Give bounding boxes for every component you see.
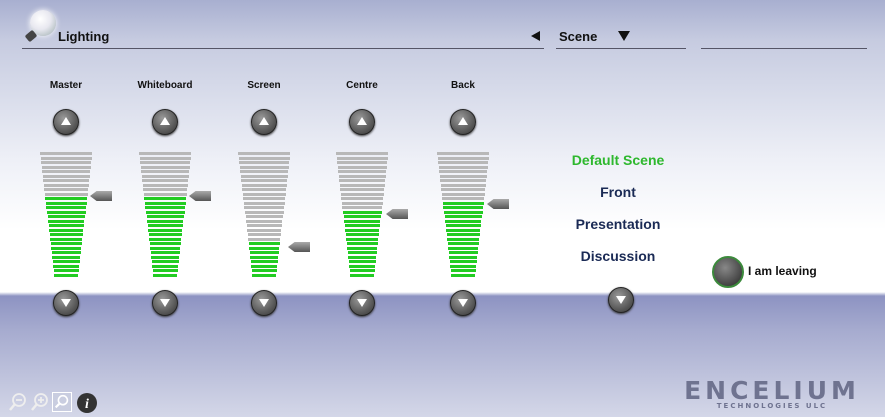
- channel-down-button[interactable]: [450, 290, 476, 316]
- zoom-out-icon[interactable]: [8, 392, 28, 412]
- level-meter[interactable]: [139, 152, 191, 282]
- arrow-down-icon: [616, 296, 626, 304]
- header-divider: [22, 48, 544, 49]
- arrow-down-icon: [357, 299, 367, 307]
- level-meter[interactable]: [437, 152, 489, 282]
- level-meter[interactable]: [238, 152, 290, 282]
- arrow-up-icon: [458, 117, 468, 125]
- arrow-up-icon: [357, 117, 367, 125]
- scene-item-presentation[interactable]: Presentation: [548, 216, 688, 248]
- arrow-left-icon[interactable]: [531, 31, 540, 41]
- scene-label: Scene: [559, 29, 598, 44]
- brand-name: ENCELIUM: [684, 376, 860, 405]
- level-meter[interactable]: [40, 152, 92, 282]
- channel-label: Screen: [247, 80, 281, 91]
- svg-text:i: i: [85, 397, 89, 412]
- arrow-up-icon: [160, 117, 170, 125]
- channel-down-button[interactable]: [53, 290, 79, 316]
- level-handle[interactable]: [90, 191, 112, 201]
- channel-label: Whiteboard: [137, 80, 193, 91]
- channel-label: Centre: [346, 80, 378, 91]
- channel-down-button[interactable]: [349, 290, 375, 316]
- zoom-in-icon[interactable]: [30, 392, 50, 412]
- channel-label: Master: [49, 80, 83, 91]
- channel-down-button[interactable]: [251, 290, 277, 316]
- arrow-down-icon: [259, 299, 269, 307]
- arrow-down-icon: [160, 299, 170, 307]
- channel-up-button[interactable]: [450, 109, 476, 135]
- arrow-down-icon: [61, 299, 71, 307]
- level-meter[interactable]: [336, 152, 388, 282]
- channel-up-button[interactable]: [251, 109, 277, 135]
- level-handle[interactable]: [189, 191, 211, 201]
- channel-down-button[interactable]: [152, 290, 178, 316]
- search-icon[interactable]: [52, 392, 72, 412]
- toolbar: i: [8, 392, 118, 414]
- status-underline: [701, 48, 867, 49]
- scene-scroll-down-button[interactable]: [608, 287, 634, 313]
- arrow-down-icon[interactable]: [618, 31, 630, 41]
- arrow-up-icon: [259, 117, 269, 125]
- brand-logo: ENCELIUM TECHNOLOGIES ULC: [672, 378, 872, 410]
- level-handle[interactable]: [487, 199, 509, 209]
- scene-item-front[interactable]: Front: [548, 184, 688, 216]
- level-handle[interactable]: [386, 209, 408, 219]
- page-title: Lighting: [58, 29, 110, 44]
- leave-button[interactable]: [712, 256, 744, 288]
- leave-label: I am leaving: [748, 264, 817, 278]
- arrow-up-icon: [61, 117, 71, 125]
- scene-item-default[interactable]: Default Scene: [548, 152, 688, 184]
- channel-label: Back: [451, 80, 475, 91]
- level-handle[interactable]: [288, 242, 310, 252]
- scene-item-discussion[interactable]: Discussion: [548, 248, 688, 280]
- channel-up-button[interactable]: [152, 109, 178, 135]
- info-icon[interactable]: i: [76, 392, 98, 414]
- scene-underline: [556, 48, 686, 49]
- arrow-down-icon: [458, 299, 468, 307]
- channel-up-button[interactable]: [53, 109, 79, 135]
- lightbulb-icon: [24, 10, 58, 44]
- scene-list: Default Scene Front Presentation Discuss…: [548, 152, 688, 280]
- channel-up-button[interactable]: [349, 109, 375, 135]
